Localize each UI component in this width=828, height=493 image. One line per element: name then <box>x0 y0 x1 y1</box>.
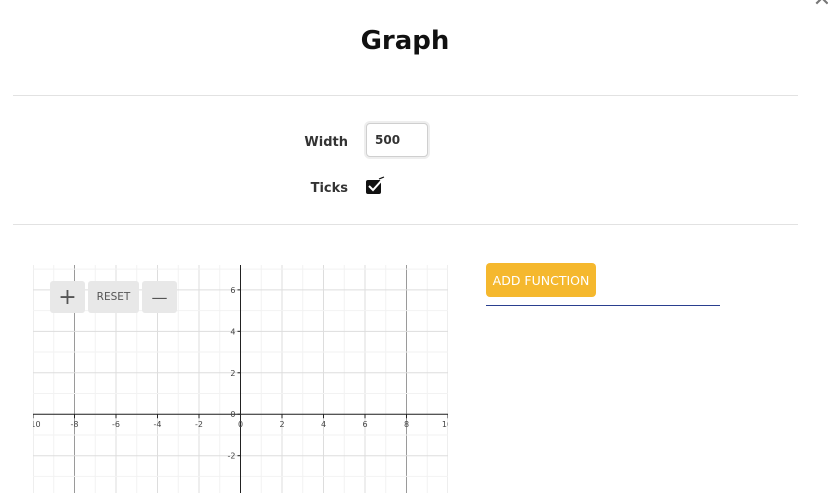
dialog-title: Graph <box>360 26 450 56</box>
x-tick-label: 0 <box>238 420 243 429</box>
add-function-button[interactable]: ADD FUNCTION <box>486 263 596 297</box>
x-tick-label: 10 <box>442 420 448 429</box>
x-tick-label: -6 <box>112 420 120 429</box>
ticks-checkbox[interactable] <box>366 176 385 194</box>
zoom-in-button[interactable]: + <box>50 281 85 313</box>
function-input-line[interactable] <box>486 305 720 306</box>
zoom-out-button[interactable]: — <box>142 281 177 313</box>
divider <box>13 224 798 225</box>
x-tick-label: -8 <box>71 420 79 429</box>
divider <box>13 95 798 96</box>
y-tick-label: 4 <box>230 327 235 336</box>
x-tick-label: 6 <box>362 420 367 429</box>
x-tick-label: 2 <box>279 420 284 429</box>
reset-button[interactable]: RESET <box>88 281 139 313</box>
close-icon[interactable]: ✕ <box>808 0 828 14</box>
y-tick-label: 6 <box>230 286 235 295</box>
checkmark-icon <box>368 176 385 192</box>
plus-icon: + <box>58 284 77 310</box>
x-tick-label: -2 <box>195 420 203 429</box>
x-tick-label: -10 <box>33 420 41 429</box>
y-tick-label: 0 <box>230 410 235 419</box>
minus-icon: — <box>151 287 168 307</box>
width-label: Width <box>304 135 348 150</box>
width-input[interactable] <box>366 123 428 157</box>
x-tick-label: 4 <box>321 420 326 429</box>
x-tick-label: -4 <box>154 420 162 429</box>
y-tick-label: 2 <box>230 369 235 378</box>
ticks-label: Ticks <box>310 181 348 196</box>
y-tick-label: -2 <box>228 452 236 461</box>
x-tick-label: 8 <box>404 420 409 429</box>
